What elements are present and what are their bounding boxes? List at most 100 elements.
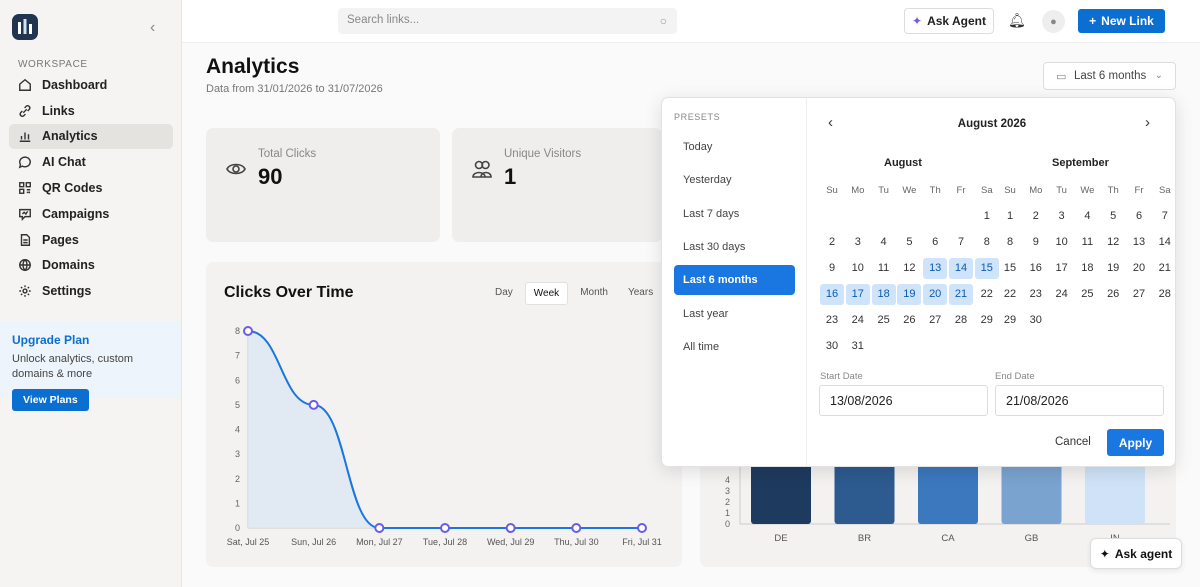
- calendar-day[interactable]: 5: [897, 232, 921, 253]
- calendar-day[interactable]: 19: [1101, 258, 1125, 279]
- calendar-day[interactable]: 19: [897, 283, 922, 305]
- calendar-day[interactable]: 9: [820, 258, 844, 279]
- ask-agent-float-button[interactable]: ✦ Ask agent: [1090, 538, 1182, 569]
- calendar-day[interactable]: 20: [1127, 258, 1151, 279]
- calendar-day[interactable]: 15: [998, 258, 1022, 279]
- calendar-day[interactable]: 3: [846, 232, 870, 253]
- calendar-day[interactable]: 5: [1101, 206, 1125, 227]
- calendar-day[interactable]: 10: [846, 258, 870, 279]
- calendar-day[interactable]: 27: [1127, 284, 1151, 305]
- calendar-day[interactable]: 3: [1050, 206, 1074, 227]
- calendar-day[interactable]: 26: [1101, 284, 1125, 305]
- start-date-input[interactable]: 13/08/2026: [819, 385, 988, 416]
- calendar-day[interactable]: 25: [872, 310, 896, 331]
- preset-last-year[interactable]: Last year: [674, 299, 795, 329]
- calendar-day[interactable]: 7: [1153, 206, 1177, 227]
- calendar-day[interactable]: 1: [998, 206, 1022, 227]
- sidebar-item-campaigns[interactable]: Campaigns: [9, 201, 173, 227]
- calendar-day[interactable]: 22: [998, 284, 1022, 305]
- calendar-day[interactable]: 9: [1024, 232, 1048, 253]
- calendar-day[interactable]: 26: [897, 310, 921, 331]
- calendar-day[interactable]: 21: [949, 283, 973, 305]
- calendar-day[interactable]: 18: [1075, 258, 1099, 279]
- calendar-day[interactable]: 11: [872, 258, 896, 279]
- calendar-day[interactable]: 6: [923, 232, 947, 253]
- end-date-input[interactable]: 21/08/2026: [995, 385, 1164, 416]
- calendar-day[interactable]: 16: [820, 283, 844, 305]
- calendar-day[interactable]: 6: [1127, 206, 1151, 227]
- calendar-day[interactable]: 30: [820, 336, 844, 357]
- collapse-sidebar-icon[interactable]: ‹: [150, 19, 155, 37]
- calendar-day[interactable]: 4: [1075, 206, 1099, 227]
- stat-card-total-clicks: Total Clicks 90: [206, 128, 440, 242]
- cancel-button[interactable]: Cancel: [1055, 436, 1091, 448]
- data-point: [243, 326, 253, 336]
- calendar-day[interactable]: 2: [820, 232, 844, 253]
- calendar-day[interactable]: 21: [1153, 258, 1177, 279]
- calendar-day[interactable]: 7: [949, 232, 973, 253]
- logo-icon[interactable]: [12, 14, 38, 40]
- sidebar-item-links[interactable]: Links: [9, 98, 173, 124]
- sidebar-item-label: QR Codes: [42, 181, 103, 196]
- calendar-day[interactable]: 8: [975, 232, 999, 253]
- bell-icon[interactable]: 🔔︎: [1008, 12, 1026, 29]
- calendar-day[interactable]: 31: [846, 336, 870, 357]
- sidebar-item-domains[interactable]: Domains: [9, 253, 173, 279]
- search-input[interactable]: Search links... ○: [338, 8, 677, 34]
- new-link-button[interactable]: + New Link: [1078, 9, 1165, 33]
- upgrade-panel: Upgrade Plan Unlock analytics, custom do…: [0, 322, 181, 411]
- calendar-day[interactable]: 25: [1075, 284, 1099, 305]
- sidebar-item-ai-chat[interactable]: AI Chat: [9, 149, 173, 175]
- clicks-line-chart: 0 1 2 3 4 5 6 7 8 Sat, Jul 25 Sun, Jul 26 Mon, Jul …: [227, 326, 662, 547]
- calendar-day[interactable]: 12: [1101, 232, 1125, 253]
- calendar-day[interactable]: 20: [923, 283, 948, 305]
- preset-last-6-months[interactable]: Last 6 months: [674, 265, 795, 295]
- calendar-day[interactable]: 28: [1153, 284, 1177, 305]
- preset-all-time[interactable]: All time: [674, 332, 795, 362]
- calendar-day[interactable]: 15: [974, 257, 999, 279]
- calendar-day[interactable]: 23: [820, 310, 844, 331]
- calendar-day[interactable]: 30: [1024, 310, 1048, 331]
- day-of-week-label: Tu: [878, 185, 889, 196]
- calendar-day[interactable]: 13: [923, 257, 948, 279]
- stat-value: 90: [258, 164, 283, 189]
- calendar-day[interactable]: 27: [923, 310, 947, 331]
- calendar-day[interactable]: 29: [975, 310, 999, 331]
- calendar-day[interactable]: 12: [897, 258, 921, 279]
- calendar-day[interactable]: 24: [1050, 284, 1074, 305]
- sidebar-item-qr-codes[interactable]: QR Codes: [9, 175, 173, 201]
- avatar[interactable]: ●: [1042, 10, 1065, 33]
- calendar-day[interactable]: 28: [949, 310, 973, 331]
- sidebar-item-pages[interactable]: Pages: [9, 227, 173, 253]
- calendar-day[interactable]: 23: [1024, 284, 1048, 305]
- calendar-day[interactable]: 17: [1050, 258, 1074, 279]
- calendar-day[interactable]: 18: [871, 283, 896, 305]
- calendar-day[interactable]: 17: [845, 283, 870, 305]
- calendar-day[interactable]: 1: [975, 206, 999, 227]
- preset-last-30-days[interactable]: Last 30 days: [674, 232, 795, 262]
- sidebar-item-settings[interactable]: Settings: [9, 278, 173, 304]
- calendar-day[interactable]: 14: [1153, 232, 1177, 253]
- calendar-day[interactable]: 16: [1024, 258, 1048, 279]
- calendar-day[interactable]: 29: [998, 310, 1022, 331]
- ask-agent-button[interactable]: ✦ Ask Agent: [904, 8, 994, 34]
- calendar-day[interactable]: 13: [1127, 232, 1151, 253]
- preset-last-7-days[interactable]: Last 7 days: [674, 199, 795, 229]
- calendar-day[interactable]: 14: [949, 257, 973, 279]
- calendar-day[interactable]: 24: [846, 310, 870, 331]
- calendar-day[interactable]: 22: [975, 284, 999, 305]
- view-plans-button[interactable]: View Plans: [12, 389, 89, 411]
- date-range-button[interactable]: ▭ Last 6 months ⌄: [1043, 62, 1176, 90]
- sidebar-item-analytics[interactable]: Analytics: [9, 123, 173, 150]
- sidebar-item-dashboard[interactable]: Dashboard: [9, 72, 173, 98]
- preset-yesterday[interactable]: Yesterday: [674, 165, 795, 195]
- calendar-day[interactable]: 4: [872, 232, 896, 253]
- calendar-day[interactable]: 11: [1075, 232, 1099, 253]
- home-icon: [19, 78, 31, 91]
- calendar-day[interactable]: 10: [1050, 232, 1074, 253]
- apply-button[interactable]: Apply: [1107, 429, 1164, 456]
- calendar-day[interactable]: 8: [998, 232, 1022, 253]
- calendar-day[interactable]: 2: [1024, 206, 1048, 227]
- next-month-icon[interactable]: ›: [1145, 114, 1150, 131]
- preset-today[interactable]: Today: [674, 132, 795, 162]
